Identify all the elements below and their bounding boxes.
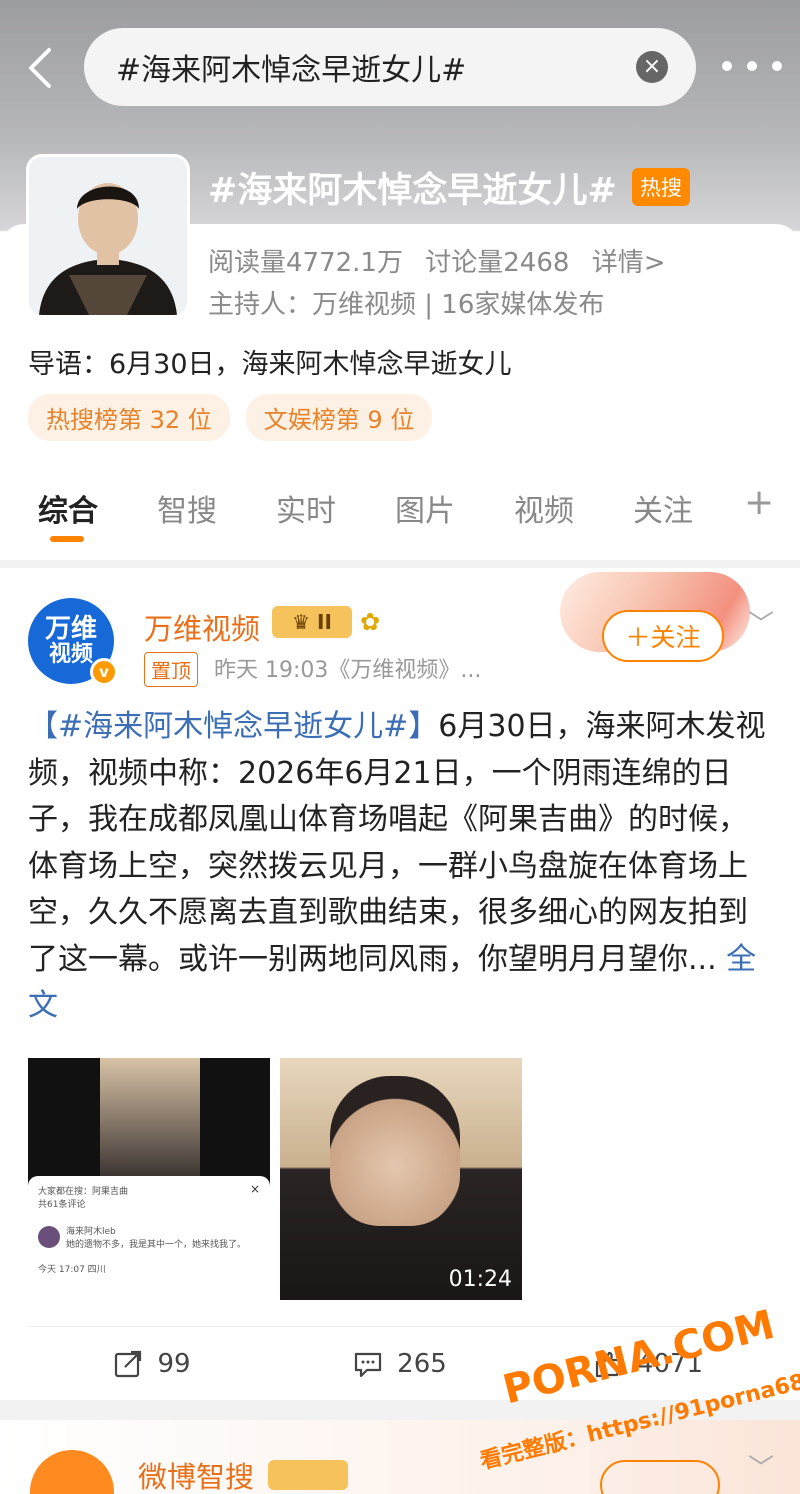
post-meta: 昨天 19:03《万维视频》... [214, 658, 482, 683]
post-card: 万维 视频 v 万维视频 ♛ II ✿ 置顶 昨天 19:03《万维视频》...… [0, 568, 800, 1400]
verified-badge-icon: v [90, 658, 118, 686]
topic-title: #海来阿木悼念早逝女儿# [208, 171, 617, 211]
more-dot-icon [722, 61, 732, 71]
post-hashtag-link[interactable]: 【#海来阿木悼念早逝女儿#】 [28, 709, 438, 744]
comment-text: 她的遗物不多，我是其中一个，她来找我了。 [66, 1240, 247, 1250]
media-thumbnail-1[interactable]: 大家都在搜：阿果吉曲 共61条评论 × 海来阿木leb 她的遗物不多，我是其中一… [28, 1058, 270, 1300]
panel-comment-count: 共61条评论 [38, 1200, 86, 1210]
discussion-count: 讨论量2468 [425, 248, 570, 278]
more-dot-icon [772, 61, 782, 71]
video-frame-person [330, 1076, 460, 1226]
comment-time: 今天 17:07 四川 [38, 1265, 106, 1275]
follow-button[interactable]: ＋关注 [602, 610, 724, 662]
sunflower-icon: ✿ [360, 608, 381, 636]
topic-host: 主持人：万维视频 | 16家媒体发布 [208, 290, 605, 320]
video-duration: 01:24 [448, 1267, 512, 1292]
share-button[interactable]: 99 [28, 1349, 276, 1379]
commenter-name: 海来阿木leb [66, 1227, 116, 1237]
comment-panel-preview: 大家都在搜：阿果吉曲 共61条评论 × 海来阿木leb 她的遗物不多，我是其中一… [28, 1176, 270, 1300]
post-card-2: 微博智搜 ﹀ [0, 1420, 800, 1494]
close-icon: × [249, 1182, 260, 1196]
chevron-down-icon[interactable]: ﹀ [748, 604, 774, 641]
avatar-text-line1: 万维 [44, 613, 97, 644]
tab-videos[interactable]: 视频 [514, 486, 633, 530]
topic-stats: 阅读量4772.1万 讨论量2468 详情> [208, 242, 679, 279]
tab-images[interactable]: 图片 [395, 486, 514, 530]
like-button[interactable]: 4071 [524, 1349, 772, 1379]
poster-name[interactable]: 万维视频 [144, 606, 260, 648]
poster-avatar[interactable] [30, 1450, 114, 1494]
tab-comprehensive[interactable]: 综合 [38, 486, 157, 542]
member-level-crown-icon: ♛ II [272, 606, 352, 638]
poster-name[interactable]: 微博智搜 [138, 1454, 254, 1494]
video-frame-person [100, 1058, 200, 1178]
topic-avatar[interactable] [26, 154, 190, 318]
tab-smart-search[interactable]: 智搜 [157, 486, 276, 530]
share-count: 99 [157, 1348, 191, 1379]
topic-intro: 导语：6月30日，海来阿木悼念早逝女儿 [28, 349, 512, 380]
more-dot-icon [747, 61, 757, 71]
search-input[interactable]: #海来阿木悼念早逝女儿# × [84, 28, 696, 106]
follow-button[interactable] [600, 1460, 720, 1494]
page: #海来阿木悼念早逝女儿# × #海来阿木悼念早逝女儿# 热搜 阅读量4772.1… [0, 0, 800, 1494]
entertainment-rank-tag[interactable]: 文娱榜第 9 位 [245, 394, 433, 441]
tab-bar: 综合 智搜 实时 图片 视频 关注 + [0, 470, 800, 546]
media-thumbnail-2[interactable]: 01:24 [280, 1058, 522, 1300]
comment-button[interactable]: 265 [276, 1349, 524, 1379]
clear-search-icon[interactable]: × [636, 51, 668, 83]
share-icon [115, 1350, 142, 1377]
commenter-avatar [38, 1226, 60, 1248]
post-body-text: 6月30日，海来阿木发视频，视频中称：2026年6月21日，一个阴雨连绵的日子，… [28, 709, 766, 977]
avatar-text-line2: 视频 [48, 642, 93, 668]
post-action-bar: 99 265 4071 [28, 1326, 772, 1400]
tab-following[interactable]: 关注 [633, 486, 752, 530]
hot-badge: 热搜 [632, 168, 690, 206]
back-arrow-icon [29, 48, 51, 88]
tab-realtime[interactable]: 实时 [276, 486, 395, 530]
like-count: 4071 [636, 1348, 704, 1379]
more-options-button[interactable] [722, 48, 782, 84]
search-query-text: #海来阿木悼念早逝女儿# [116, 53, 467, 88]
panel-comment-row: 海来阿木leb 她的遗物不多，我是其中一个，她来找我了。 [38, 1224, 260, 1250]
panel-search-title: 大家都在搜：阿果吉曲 [38, 1187, 129, 1197]
thumbs-up-icon [595, 1351, 622, 1377]
chevron-down-icon[interactable]: ﹀ [748, 1448, 774, 1485]
add-tab-icon[interactable]: + [744, 482, 774, 523]
read-count: 阅读量4772.1万 [208, 248, 403, 278]
ranking-tags: 热搜榜第 32 位 文娱榜第 9 位 [28, 394, 433, 441]
pinned-badge: 置顶 [144, 652, 198, 687]
member-level-crown-icon [268, 1460, 348, 1490]
person-photo-icon [29, 157, 187, 315]
details-link[interactable]: 详情> [592, 248, 666, 278]
comment-count: 265 [397, 1348, 447, 1379]
post-text: 【#海来阿木悼念早逝女儿#】6月30日，海来阿木发视频，视频中称：2026年6月… [28, 704, 776, 1030]
comment-icon [355, 1352, 382, 1377]
back-button[interactable] [14, 38, 64, 98]
hot-search-rank-tag[interactable]: 热搜榜第 32 位 [28, 394, 230, 441]
